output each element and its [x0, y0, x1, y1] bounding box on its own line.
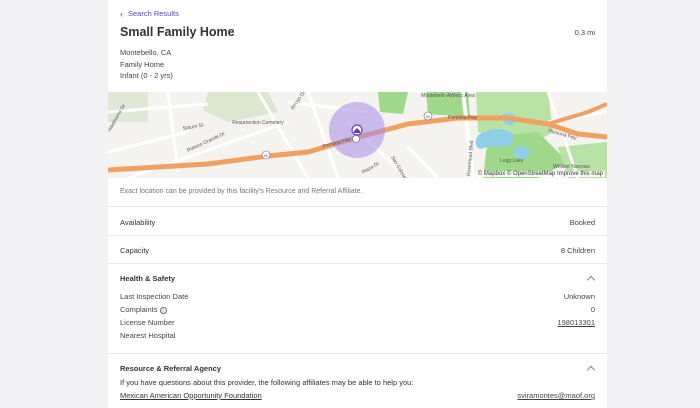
complaints-value: 0: [590, 305, 595, 314]
back-to-search-results-link[interactable]: ‹ Search Results: [120, 9, 179, 18]
map-label-plaza: Plaza Dr: [361, 161, 381, 176]
chevron-left-icon: ‹: [120, 8, 123, 19]
license-number-link[interactable]: 198013301: [557, 318, 595, 327]
health-safety-title: Health & Safety: [120, 274, 176, 283]
nearest-hospital-label: Nearest Hospital: [120, 331, 176, 340]
availability-label: Availability: [120, 218, 156, 227]
agency-name-link[interactable]: Mexican American Opportunity Foundation: [120, 391, 262, 400]
ages-text: Infant (0 - 2 yrs): [120, 71, 173, 80]
route-shield-icon: [352, 135, 360, 143]
map-attribution[interactable]: © Mapbox © OpenStreetMap Improve this ma…: [475, 171, 605, 177]
complaints-row: Complaints i 0: [120, 305, 595, 315]
route-shield-label: 60: [426, 115, 430, 119]
map-label-sangabriel: San Gabriel: [389, 155, 407, 178]
location-note: Exact location can be provided by this f…: [120, 188, 363, 195]
last-inspection-value: Unknown: [563, 292, 595, 301]
nearest-hospital-row: Nearest Hospital: [120, 331, 595, 341]
back-label: Search Results: [128, 9, 179, 18]
map-canvas: Hawthorne Dr Saturn St Potrero Grande Dr…: [108, 92, 607, 178]
provider-meta: Montebello, CA Family Home Infant (0 - 2…: [120, 47, 173, 82]
chevron-up-icon[interactable]: [586, 275, 596, 285]
map-label-legg: Legg Lake: [500, 158, 524, 164]
map-label-whittier: Whittier Narrows: [553, 164, 590, 170]
availability-row: Availability Booked: [108, 206, 607, 235]
map-label-saturn: Saturn St: [182, 122, 204, 132]
health-safety-section: Health & Safety Last Inspection Date Unk…: [108, 263, 607, 353]
distance-value: 0.3 mi: [574, 28, 595, 37]
map-label-cemetery: Resurrection Cemetery: [232, 120, 284, 126]
map-label-athletic: Montebello Athletic Area: [421, 93, 475, 99]
chevron-up-icon[interactable]: [586, 365, 596, 375]
agency-email-link[interactable]: sviramontes@maof.org: [517, 391, 595, 400]
page-title: Small Family Home: [120, 25, 235, 39]
capacity-label: Capacity: [120, 246, 150, 255]
referral-agency-description: If you have questions about this provide…: [120, 378, 414, 387]
referral-agency-section: Resource & Referral Agency If you have q…: [108, 353, 607, 408]
map-label-pomona-2: Pomona Fwy: [448, 115, 478, 121]
route-shield-label: 60: [264, 154, 268, 158]
capacity-row: Capacity 8 Children: [108, 235, 607, 263]
park-area: [378, 92, 408, 114]
facility-type-text: Family Home: [120, 59, 165, 69]
complaints-label-wrap: Complaints i: [120, 305, 167, 314]
complaints-label: Complaints: [120, 305, 158, 314]
last-inspection-label: Last Inspection Date: [120, 292, 189, 301]
availability-value: Booked: [569, 218, 595, 227]
license-number-label: License Number: [120, 318, 175, 327]
location-text: Montebello, CA: [120, 48, 172, 57]
capacity-value: 8 Children: [560, 246, 595, 255]
license-number-row: License Number 198013301: [120, 318, 595, 328]
info-icon[interactable]: i: [159, 306, 167, 314]
provider-detail-panel: ‹ Search Results Small Family Home 0.3 m…: [108, 0, 607, 408]
location-map[interactable]: Hawthorne Dr Saturn St Potrero Grande Dr…: [108, 92, 607, 178]
referral-agency-title: Resource & Referral Agency: [120, 364, 222, 373]
last-inspection-row: Last Inspection Date Unknown: [120, 292, 595, 302]
